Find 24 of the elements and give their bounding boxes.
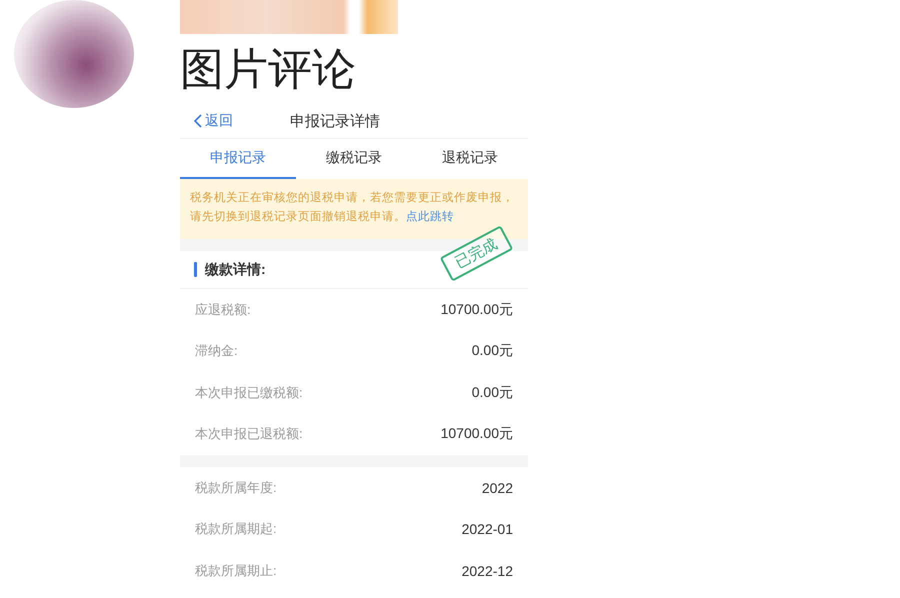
field-value: 2022-12 [462, 562, 513, 579]
section-heading: 缴款详情: [205, 260, 266, 278]
tab[interactable]: 缴税记录 [296, 139, 412, 179]
field-label: 应退税额: [195, 300, 251, 319]
screen-title: 申报记录详情 [290, 112, 380, 130]
field-value: 2022-01 [462, 521, 513, 538]
field-value: 10700.00元 [440, 300, 513, 319]
back-link[interactable]: 返回 [194, 112, 233, 130]
field-label: 税款所属年度: [195, 478, 277, 497]
field-value: 0.00元 [472, 342, 513, 360]
field-value: 2022 [482, 480, 513, 496]
field-value: 10700.00元 [440, 425, 513, 444]
field-label: 税款所属期起: [195, 520, 277, 538]
field-label: 本次申报已退税额: [195, 425, 303, 444]
field-label: 本次申报已缴税额: [195, 384, 303, 402]
notice-text: 税务机关正在审核您的退税申请，若您需要更正或作废申报，请先切换到退税记录页面撤销退税申请。点此跳转 [180, 179, 528, 239]
accent-bar [194, 262, 197, 277]
post-title: 图片评论 [180, 43, 357, 97]
field-label: 滞纳金: [195, 342, 238, 360]
field-value: 0.00元 [472, 384, 513, 402]
tab[interactable]: 退税记录 [412, 139, 528, 179]
jump-link[interactable]: 点此跳转 [406, 211, 454, 223]
field-label: 税款所属期止: [195, 562, 277, 580]
back-chevron-icon[interactable] [194, 114, 202, 128]
